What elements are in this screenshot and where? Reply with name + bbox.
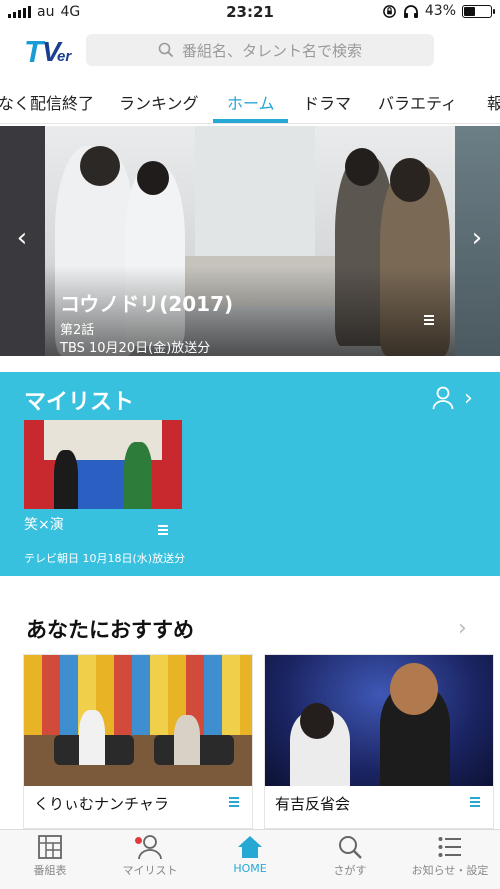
bottom-navigation: 番組表 マイリスト HOME さがす お知らせ・設定: [0, 829, 500, 889]
recommend-card-1[interactable]: くりぃむナンチャラ: [23, 654, 253, 829]
mylist-more-chevron-icon[interactable]: ›: [464, 386, 473, 411]
nav-search-label: さがす: [333, 864, 367, 877]
nav-home[interactable]: HOME: [200, 834, 300, 875]
recommend-card-2[interactable]: 有吉反省会: [264, 654, 494, 829]
tab-ranking[interactable]: ランキング: [119, 90, 199, 114]
mylist-card-meta: テレビ朝日 10月18日(水)放送分: [24, 552, 186, 565]
featured-carousel[interactable]: ‹ › コウノドリ(2017) 第2話 TBS 10月20日(金)放送分: [0, 126, 500, 356]
tab-drama[interactable]: ドラマ: [303, 90, 351, 114]
rotation-lock-icon: [383, 4, 396, 18]
search-icon: [158, 42, 174, 58]
recommend-card-1-menu-icon[interactable]: [229, 797, 239, 809]
tab-home[interactable]: ホーム: [227, 90, 275, 114]
search-input[interactable]: 番組名、タレント名で検索: [86, 34, 434, 66]
carousel-next-arrow[interactable]: ›: [465, 225, 489, 251]
recommend-card-2-thumbnail: [265, 655, 493, 786]
nav-home-label: HOME: [233, 862, 267, 875]
mylist-heading: マイリスト: [24, 390, 135, 415]
featured-title: コウノドリ(2017): [60, 292, 234, 316]
mylist-card-menu-icon[interactable]: [158, 525, 168, 537]
carousel-prev-arrow[interactable]: ‹: [10, 225, 34, 251]
recommend-card-2-menu-icon[interactable]: [470, 797, 480, 809]
person-icon[interactable]: [432, 386, 454, 410]
tver-logo[interactable]: T Ver: [24, 34, 76, 69]
category-tabs: なく配信終了 ランキング ホーム ドラマ バラエティ 報: [0, 82, 500, 124]
tab-variety[interactable]: バラエティ: [378, 90, 457, 114]
recommend-heading: あなたにおすすめ: [26, 618, 194, 642]
battery-percent: 43%: [424, 3, 456, 19]
featured-broadcast-info: TBS 10月20日(金)放送分: [60, 341, 211, 356]
search-icon: [339, 836, 362, 859]
search-placeholder: 番組名、タレント名で検索: [181, 41, 362, 60]
tab-ending-soon[interactable]: なく配信終了: [0, 90, 94, 114]
status-bar: au 4G 23:21 43%: [0, 0, 500, 26]
recommend-card-1-thumbnail: [24, 655, 252, 786]
headphones-icon: [403, 4, 418, 18]
nav-search[interactable]: さがす: [300, 834, 400, 878]
active-tab-indicator: [213, 119, 288, 123]
notification-dot: [135, 837, 142, 844]
recommend-card-1-title: くりぃむナンチャラ: [34, 795, 169, 813]
nav-mylist-label: マイリスト: [122, 864, 178, 877]
mylist-card-title[interactable]: 笑×演: [24, 514, 64, 534]
nav-schedule[interactable]: 番組表: [0, 834, 100, 878]
list-icon: [438, 837, 461, 857]
featured-episode: 第2話: [60, 323, 95, 338]
battery-icon: [462, 4, 495, 18]
nav-schedule-label: 番組表: [33, 864, 67, 877]
nav-settings[interactable]: お知らせ・設定: [400, 834, 500, 878]
recommend-more-chevron-icon[interactable]: ›: [458, 616, 467, 641]
recommend-card-2-title: 有吉反省会: [275, 795, 351, 813]
mylist-card-thumbnail[interactable]: [24, 420, 182, 509]
nav-settings-label: お知らせ・設定: [411, 864, 489, 877]
schedule-icon: [38, 835, 62, 859]
home-icon: [238, 836, 262, 858]
nav-mylist[interactable]: マイリスト: [100, 834, 200, 878]
mylist-section: マイリスト › 笑×演 テレビ朝日 10月18日(水)放送分: [0, 372, 500, 576]
tab-news[interactable]: 報: [487, 90, 500, 114]
app-header: T Ver 番組名、タレント名で検索: [0, 26, 500, 76]
featured-menu-icon[interactable]: [424, 315, 434, 327]
